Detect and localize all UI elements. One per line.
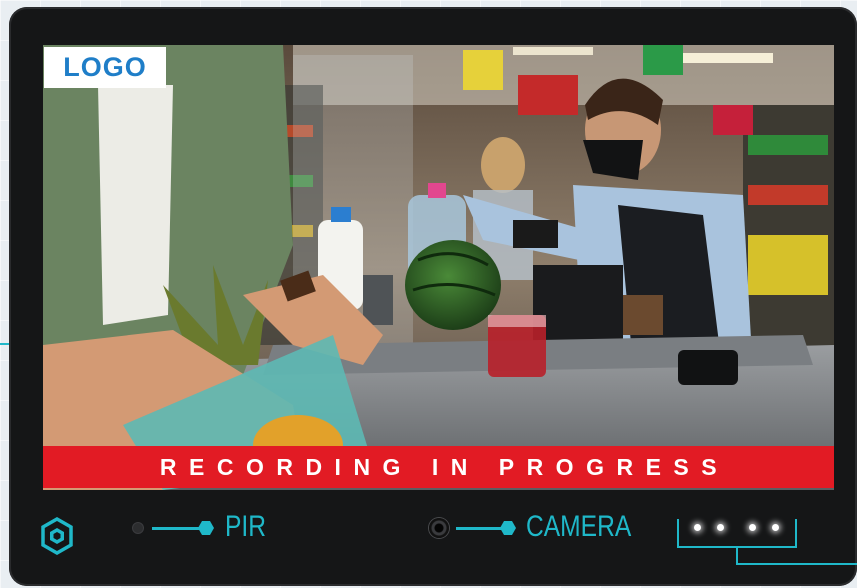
pir-label: PIR xyxy=(225,510,267,543)
camera-lens-icon xyxy=(429,518,449,538)
led-callout-horizontal xyxy=(736,563,857,565)
camera-connector-line xyxy=(456,527,506,530)
logo-badge: LOGO xyxy=(44,47,166,88)
led-indicator-icon xyxy=(717,524,724,531)
pir-connector-line xyxy=(152,527,204,530)
logo-text: LOGO xyxy=(63,52,147,82)
pir-sensor-icon xyxy=(133,523,143,533)
led-indicator-icon xyxy=(749,524,756,531)
brand-hexagon-icon xyxy=(41,517,73,555)
checkout-scene-image xyxy=(43,45,834,490)
recording-banner: RECORDING IN PROGRESS xyxy=(43,446,834,488)
led-indicator-icon xyxy=(694,524,701,531)
camera-label: CAMERA xyxy=(526,510,632,543)
camera-feed xyxy=(43,45,834,490)
led-indicator-icon xyxy=(772,524,779,531)
recording-banner-text: RECORDING IN PROGRESS xyxy=(159,453,730,480)
